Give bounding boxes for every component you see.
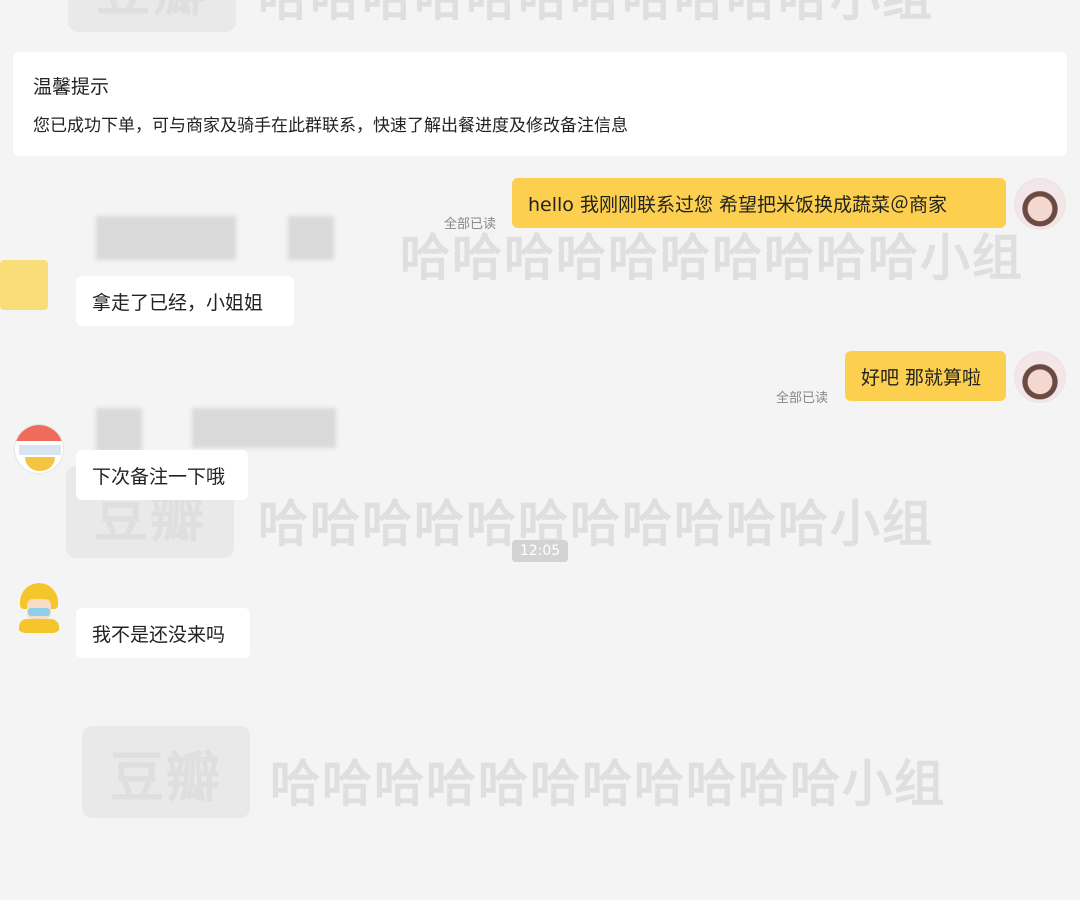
blurred-name <box>96 408 142 452</box>
message-text: 我不是还没来吗 <box>92 623 226 646</box>
message-text: 拿走了已经，小姐姐 <box>92 291 264 314</box>
watermark-text: 哈哈哈哈哈哈哈哈哈哈哈小组 <box>258 0 934 30</box>
message-text: 下次备注一下哦 <box>92 465 226 488</box>
blurred-name <box>288 216 334 260</box>
watermark-bottom: 豆瓣 哈哈哈哈哈哈哈哈哈哈哈小组 <box>0 726 1080 826</box>
notice-card: 温馨提示 您已成功下单，可与商家及骑手在此群联系，快速了解出餐进度及修改备注信息 <box>13 52 1067 156</box>
read-status: 全部已读 <box>776 391 829 406</box>
my-avatar[interactable] <box>1014 178 1066 230</box>
message-text: hello 我刚刚联系过您 希望把米饭换成蔬菜＠商家 <box>528 193 947 216</box>
my-avatar[interactable] <box>1014 351 1066 403</box>
blurred-name <box>192 408 336 448</box>
watermark-logo: 豆瓣 <box>68 0 236 32</box>
blurred-name <box>96 216 236 260</box>
notice-title: 温馨提示 <box>33 76 110 98</box>
message-text: 好吧 那就算啦 <box>861 366 982 389</box>
watermark-logo: 豆瓣 <box>82 726 250 818</box>
message-bubble-incoming[interactable]: 拿走了已经，小姐姐 <box>76 276 294 326</box>
user-avatar[interactable] <box>0 260 48 310</box>
watermark-top: 豆瓣 哈哈哈哈哈哈哈哈哈哈哈小组 <box>0 0 1080 40</box>
watermark-text: 哈哈哈哈哈哈哈哈哈哈哈小组 <box>258 495 934 553</box>
watermark-text: 哈哈哈哈哈哈哈哈哈哈哈小组 <box>270 755 946 813</box>
notice-body: 您已成功下单，可与商家及骑手在此群联系，快速了解出餐进度及修改备注信息 <box>33 116 628 136</box>
timestamp-chip: 12:05 <box>512 540 568 562</box>
rider-avatar[interactable] <box>16 583 62 633</box>
merchant-avatar[interactable] <box>14 424 64 474</box>
read-status: 全部已读 <box>444 217 497 232</box>
message-bubble-incoming[interactable]: 下次备注一下哦 <box>76 450 248 500</box>
message-bubble-incoming[interactable]: 我不是还没来吗 <box>76 608 250 658</box>
message-bubble-outgoing[interactable]: hello 我刚刚联系过您 希望把米饭换成蔬菜＠商家 <box>512 178 1006 228</box>
message-bubble-outgoing[interactable]: 好吧 那就算啦 <box>845 351 1006 401</box>
